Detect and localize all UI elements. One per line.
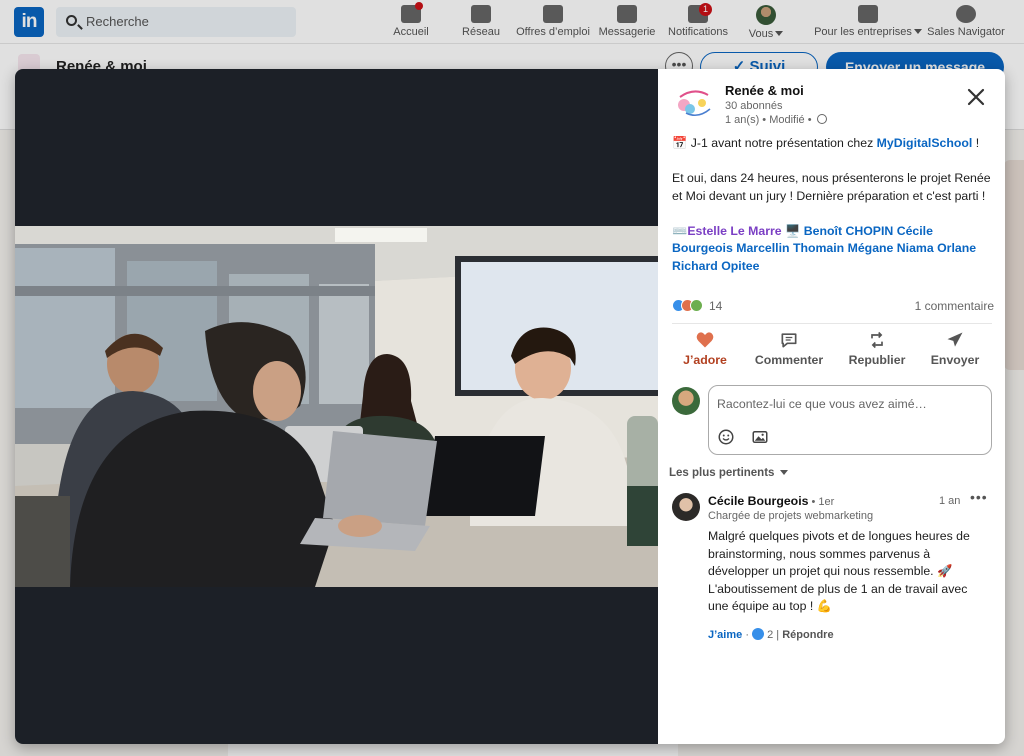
repost-button[interactable]: Republier <box>834 330 920 367</box>
comment-like-count: 2 <box>767 629 774 641</box>
mention-estelle-le-marre[interactable]: Estelle Le Marre <box>687 224 781 238</box>
comment-time: 1 an <box>939 495 961 507</box>
sort-comments-dropdown[interactable]: Les plus pertinents <box>669 467 788 479</box>
meeting-room-photo <box>15 226 658 587</box>
comment-like-button[interactable]: J’aime <box>708 629 742 641</box>
post-image[interactable] <box>15 226 658 587</box>
commenter-name[interactable]: Cécile Bourgeois • 1er <box>708 494 834 508</box>
comment-actions: J’aime · 2 | Répondre <box>708 628 834 641</box>
close-icon <box>967 88 985 106</box>
post-paragraph-2: Et oui, dans 24 heures, nous présenteron… <box>672 171 991 203</box>
current-user-avatar[interactable] <box>672 387 700 415</box>
comment-icon <box>781 333 797 348</box>
media-pane <box>15 69 658 744</box>
reactions-bar: 14 1 commentaire <box>672 298 994 316</box>
post-actions: J’adore Commenter Republier Envoyer <box>658 328 1005 376</box>
connection-degree: • 1er <box>808 496 835 508</box>
add-image-button[interactable] <box>751 428 769 446</box>
emoji-icon <box>718 429 734 445</box>
close-button[interactable] <box>964 85 988 109</box>
heart-icon <box>696 332 714 348</box>
post-tags: ⌨️Estelle Le Marre 🖥️ Benoît CHOPIN Céci… <box>672 223 977 273</box>
image-icon <box>752 431 768 443</box>
celebrate-reaction-icon <box>690 299 703 312</box>
chevron-down-icon <box>779 470 788 475</box>
send-button[interactable]: Envoyer <box>912 330 998 367</box>
reaction-icons[interactable] <box>672 299 703 315</box>
like-reaction-icon <box>752 628 765 640</box>
love-button[interactable]: J’adore <box>662 330 748 367</box>
mention-mydigitalschool[interactable]: MyDigitalSchool <box>877 136 973 150</box>
renee-moi-logo-icon <box>678 90 711 117</box>
divider <box>672 323 992 324</box>
send-icon <box>947 332 963 347</box>
commenter-avatar[interactable] <box>672 493 700 521</box>
globe-icon <box>816 114 827 124</box>
post-text: 📅 J-1 avant notre présentation chez MyDi… <box>672 135 994 293</box>
comment-box <box>708 385 992 455</box>
reactions-count[interactable]: 14 <box>709 299 722 313</box>
comment-text: Malgré quelques pivots et de longues heu… <box>708 529 970 613</box>
page-logo[interactable] <box>672 81 716 125</box>
comments-count[interactable]: 1 commentaire <box>915 299 994 313</box>
comment-more-icon[interactable]: ••• <box>970 489 988 505</box>
post-paragraph-1: 📅 J-1 avant notre présentation chez MyDi… <box>672 136 980 150</box>
comment-button[interactable]: Commenter <box>746 330 832 367</box>
repost-icon <box>871 331 883 349</box>
emoji-button[interactable] <box>717 428 735 446</box>
post-author-followers: 30 abonnés <box>725 100 783 112</box>
commenter-headline: Chargée de projets webmarketing <box>708 510 874 522</box>
reply-button[interactable]: Répondre <box>782 629 833 641</box>
post-details-panel: Renée & moi 30 abonnés 1 an(s) • Modifié… <box>658 69 1005 744</box>
post-viewer-modal: Renée & moi 30 abonnés 1 an(s) • Modifié… <box>15 69 1005 744</box>
post-author-name[interactable]: Renée & moi <box>725 83 804 98</box>
post-timestamp: 1 an(s) • Modifié • <box>725 114 827 126</box>
comment-input[interactable] <box>717 394 977 414</box>
